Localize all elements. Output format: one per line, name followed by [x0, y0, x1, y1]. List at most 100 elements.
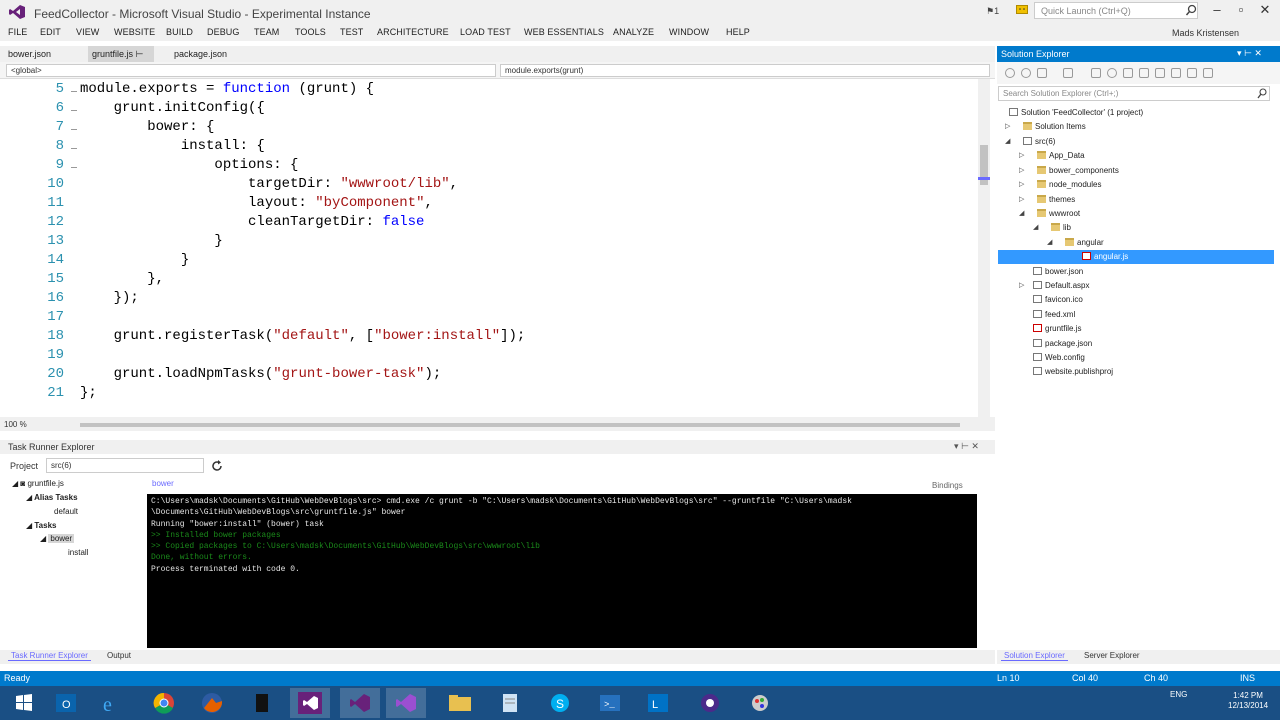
- code-editor[interactable]: 5 6 7 8 9 10 11 12 13 14 15 16 17 18 19 …: [0, 79, 978, 417]
- scope-dropdown[interactable]: <global>: [6, 64, 496, 77]
- menu-website[interactable]: WEBSITE: [114, 27, 155, 37]
- fold-marker[interactable]: [71, 110, 77, 111]
- menu-edit[interactable]: EDIT: [40, 27, 61, 37]
- tree-item-gruntfile[interactable]: gruntfile.js: [1033, 322, 1081, 336]
- tree-item-tasks[interactable]: ◢ Tasks: [26, 521, 56, 530]
- notification-flag-icon[interactable]: ⚑1: [986, 6, 999, 17]
- pending-changes-icon[interactable]: [1063, 68, 1073, 78]
- powershell-icon[interactable]: >_: [590, 688, 630, 718]
- menu-tools[interactable]: TOOLS: [295, 27, 326, 37]
- visual-studio-icon[interactable]: [340, 688, 380, 718]
- tab-task-runner-explorer[interactable]: Task Runner Explorer: [8, 651, 91, 661]
- menu-team[interactable]: TEAM: [254, 27, 279, 37]
- maximize-button[interactable]: ▫: [1230, 2, 1252, 18]
- show-all-files-icon[interactable]: [1139, 68, 1149, 78]
- tree-item-favicon[interactable]: favicon.ico: [1033, 293, 1083, 307]
- tree-item-solution[interactable]: Solution 'FeedCollector' (1 project): [1009, 106, 1143, 120]
- task-output-console[interactable]: C:\Users\madsk\Documents\GitHub\WebDevBl…: [147, 494, 977, 648]
- tab-output[interactable]: Output: [104, 651, 134, 660]
- project-dropdown[interactable]: src(6): [46, 458, 204, 473]
- firefox-icon[interactable]: [192, 688, 232, 718]
- menu-web-essentials[interactable]: WEB ESSENTIALS: [524, 27, 604, 37]
- menu-file[interactable]: FILE: [8, 27, 27, 37]
- back-icon[interactable]: [1005, 68, 1015, 78]
- menu-test[interactable]: TEST: [340, 27, 363, 37]
- bindings-tab[interactable]: Bindings: [932, 481, 963, 490]
- menu-debug[interactable]: DEBUG: [207, 27, 240, 37]
- file-explorer-icon[interactable]: [440, 688, 480, 718]
- quick-launch-input[interactable]: Quick Launch (Ctrl+Q): [1034, 2, 1198, 19]
- refresh-icon[interactable]: [210, 459, 224, 473]
- tree-item-app-data[interactable]: ▷ App_Data: [1019, 149, 1085, 163]
- view-code-icon[interactable]: [1203, 68, 1213, 78]
- tree-item-gruntfile[interactable]: ◢ ◙ gruntfile.js: [12, 479, 64, 488]
- minimize-button[interactable]: –: [1206, 2, 1228, 18]
- keyboard-language[interactable]: ENG: [1170, 690, 1187, 699]
- solution-search-input[interactable]: Search Solution Explorer (Ctrl+;): [998, 86, 1270, 101]
- chrome-icon[interactable]: [144, 688, 184, 718]
- pin-icon[interactable]: ⊢: [136, 49, 144, 59]
- panel-options-icon[interactable]: ▾ ⊢ ✕: [1237, 48, 1262, 59]
- tree-item-default[interactable]: default: [54, 507, 78, 516]
- tab-gruntfile-js[interactable]: gruntfile.js ⊢ ✕: [88, 46, 154, 75]
- skype-icon[interactable]: S: [540, 688, 580, 718]
- sync-icon[interactable]: [1091, 68, 1101, 78]
- tree-item-themes[interactable]: ▷ themes: [1019, 193, 1075, 207]
- menu-load-test[interactable]: LOAD TEST: [460, 27, 511, 37]
- paint-icon[interactable]: [740, 688, 780, 718]
- tree-item-lib[interactable]: ◢ lib: [1033, 221, 1071, 235]
- lync-icon[interactable]: L: [638, 688, 678, 718]
- menu-analyze[interactable]: ANALYZE: [613, 27, 654, 37]
- tab-server-explorer[interactable]: Server Explorer: [1081, 651, 1143, 660]
- tree-item-publishproj[interactable]: website.publishproj: [1033, 365, 1113, 379]
- tree-item-angular[interactable]: ◢ angular: [1047, 236, 1104, 250]
- menu-view[interactable]: VIEW: [76, 27, 99, 37]
- tab-solution-explorer[interactable]: Solution Explorer: [1001, 651, 1068, 661]
- feedback-smiley-icon[interactable]: [1016, 5, 1028, 16]
- tree-item-project[interactable]: ◢ src(6): [1005, 135, 1055, 149]
- home-icon[interactable]: [1037, 68, 1047, 78]
- fold-marker[interactable]: [71, 91, 77, 92]
- notepad-icon[interactable]: [490, 688, 530, 718]
- visual-studio-icon[interactable]: [290, 688, 330, 718]
- fold-marker[interactable]: [71, 148, 77, 149]
- fold-marker[interactable]: [71, 129, 77, 130]
- tree-item-web-config[interactable]: Web.config: [1033, 351, 1085, 365]
- preview-icon[interactable]: [1187, 68, 1197, 78]
- terminal-icon[interactable]: [242, 688, 282, 718]
- fold-marker[interactable]: [71, 167, 77, 168]
- visual-studio-experimental-icon[interactable]: [386, 688, 426, 718]
- tab-package-json[interactable]: package.json: [170, 46, 231, 62]
- media-icon[interactable]: [690, 688, 730, 718]
- member-dropdown[interactable]: module.exports(grunt): [500, 64, 990, 77]
- start-button[interactable]: [4, 688, 44, 718]
- user-name[interactable]: Mads Kristensen: [1172, 28, 1239, 38]
- horizontal-scrollbar-thumb[interactable]: [80, 423, 960, 427]
- nest-files-icon[interactable]: [1155, 68, 1165, 78]
- tree-item-solution-items[interactable]: ▷ Solution Items: [1005, 120, 1086, 134]
- output-tab-bower[interactable]: bower: [152, 479, 174, 488]
- close-button[interactable]: ✕: [1254, 2, 1276, 18]
- tree-item-bower-json[interactable]: bower.json: [1033, 265, 1083, 279]
- refresh-icon[interactable]: [1107, 68, 1117, 78]
- collapse-all-icon[interactable]: [1123, 68, 1133, 78]
- tree-item-install[interactable]: install: [68, 548, 88, 557]
- tree-item-default-aspx[interactable]: ▷ Default.aspx: [1019, 279, 1089, 293]
- properties-icon[interactable]: [1171, 68, 1181, 78]
- zoom-level[interactable]: 100 %: [4, 420, 27, 429]
- tab-bower-json[interactable]: bower.json: [4, 46, 55, 62]
- menu-build[interactable]: BUILD: [166, 27, 193, 37]
- internet-explorer-icon[interactable]: e: [92, 688, 132, 718]
- system-tray[interactable]: ENG: [1170, 690, 1187, 699]
- forward-icon[interactable]: [1021, 68, 1031, 78]
- menu-help[interactable]: HELP: [726, 27, 750, 37]
- menu-architecture[interactable]: ARCHITECTURE: [377, 27, 449, 37]
- tree-item-bower-components[interactable]: ▷ bower_components: [1019, 164, 1119, 178]
- tree-item-package-json[interactable]: package.json: [1033, 337, 1092, 351]
- tree-item-wwwroot[interactable]: ◢ wwwroot: [1019, 207, 1080, 221]
- tree-item-angular-js[interactable]: angular.js: [998, 250, 1274, 264]
- tree-item-bower[interactable]: ◢ bower: [40, 534, 75, 543]
- tree-item-node-modules[interactable]: ▷ node_modules: [1019, 178, 1101, 192]
- tree-item-feed-xml[interactable]: feed.xml: [1033, 308, 1075, 322]
- menu-window[interactable]: WINDOW: [669, 27, 709, 37]
